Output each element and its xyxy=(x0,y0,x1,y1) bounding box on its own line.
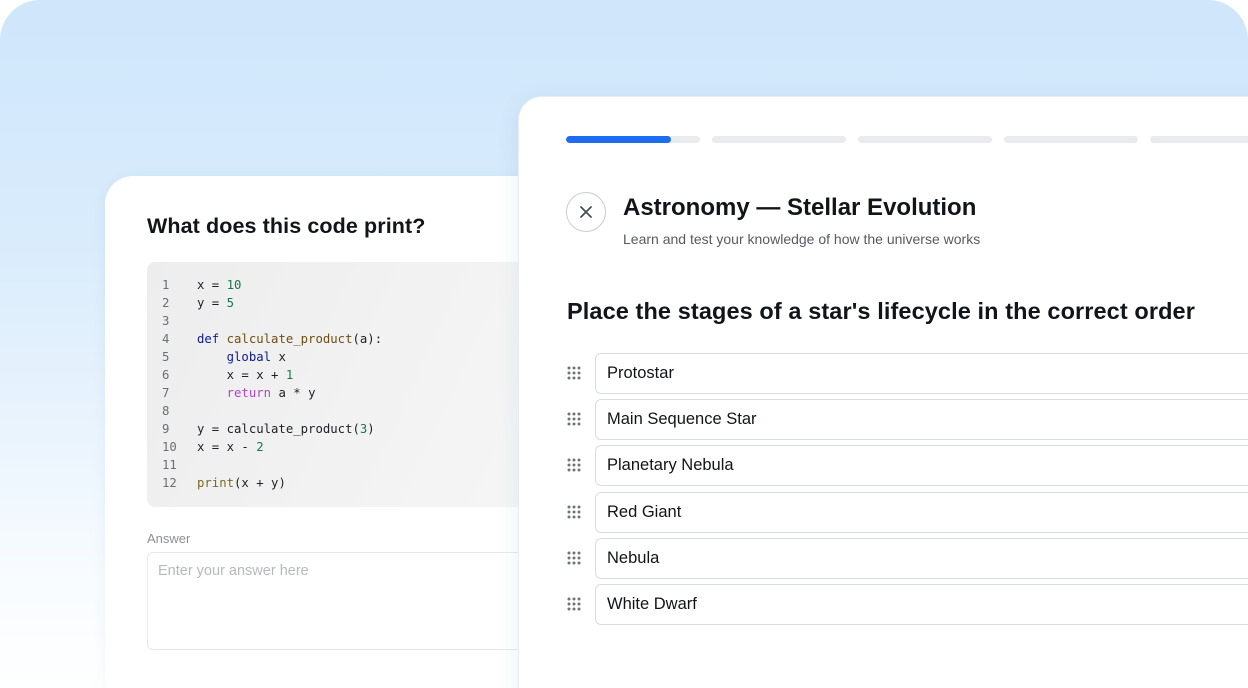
progress-segment xyxy=(1150,136,1248,143)
code-token: a * y xyxy=(271,386,316,400)
code-token: return xyxy=(226,386,272,400)
code-token: x = x + xyxy=(197,368,286,382)
quiz-card: Astronomy — Stellar Evolution Learn and … xyxy=(518,96,1248,688)
code-token: calculate_product xyxy=(226,332,353,346)
question-text: Place the stages of a star's lifecycle i… xyxy=(567,298,1195,324)
code-text: y = 5 xyxy=(197,294,234,312)
progress-segment xyxy=(566,136,700,143)
code-token: y = calculate_product( xyxy=(197,422,360,436)
code-line: 12 print(x + y) xyxy=(147,474,547,492)
code-token: def xyxy=(197,332,227,346)
quiz-title: Astronomy — Stellar Evolution xyxy=(623,194,977,221)
line-number: 1 xyxy=(162,278,170,292)
code-token: ) xyxy=(367,422,375,436)
code-line: 5 global x xyxy=(147,348,547,366)
code-line: 8 xyxy=(147,402,547,420)
code-token: global xyxy=(226,350,272,364)
order-option: Protostar xyxy=(567,353,1248,394)
order-option-item[interactable]: White Dwarf xyxy=(595,583,1248,625)
order-option: White Dwarf xyxy=(567,583,1248,625)
code-token: x xyxy=(271,350,286,364)
code-text: def calculate_product(a): xyxy=(197,330,382,348)
order-option: Nebula xyxy=(567,537,1248,579)
line-number: 11 xyxy=(162,458,177,472)
order-option: Red Giant xyxy=(567,491,1248,533)
code-text: return a * y xyxy=(197,384,316,402)
order-option: Planetary Nebula xyxy=(567,445,1248,487)
code-line: 6 x = x + 1 xyxy=(147,366,547,384)
order-option-item[interactable]: Nebula xyxy=(595,537,1248,579)
drag-handle-icon[interactable] xyxy=(567,551,581,565)
code-line: 4 def calculate_product(a): xyxy=(147,330,547,348)
line-number: 10 xyxy=(162,440,177,454)
code-line: 2 y = 5 xyxy=(147,294,547,312)
code-token: 1 xyxy=(285,368,294,382)
drag-handle-icon[interactable] xyxy=(567,412,581,426)
code-line: 7 return a * y xyxy=(147,384,547,402)
order-options-list: Protostar Main Sequence Star Planetary Neb… xyxy=(567,353,1248,630)
close-button[interactable] xyxy=(566,192,606,232)
code-line: 11 xyxy=(147,456,547,474)
code-text: x = 10 xyxy=(197,276,241,294)
line-number: 2 xyxy=(162,296,170,310)
order-option-item[interactable]: Planetary Nebula xyxy=(595,445,1248,487)
quiz-subtitle: Learn and test your knowledge of how the… xyxy=(623,231,981,247)
code-line: 9 y = calculate_product(3) xyxy=(147,420,547,438)
code-text: x = x + 1 xyxy=(197,366,294,384)
progress-segment xyxy=(712,136,846,143)
order-option: Main Sequence Star xyxy=(567,399,1248,441)
code-token: 5 xyxy=(226,296,235,310)
drag-handle-icon[interactable] xyxy=(567,366,581,380)
code-line: 1 x = 10 xyxy=(147,276,547,294)
line-number: 8 xyxy=(162,404,170,418)
code-token: 2 xyxy=(256,440,264,454)
progress-segment-fill xyxy=(566,136,671,143)
drag-handle-icon[interactable] xyxy=(567,458,581,472)
line-number: 12 xyxy=(162,476,177,490)
code-token: print xyxy=(197,476,235,490)
line-number: 7 xyxy=(162,386,170,400)
code-text: global x xyxy=(197,348,286,366)
progress-bar xyxy=(566,136,1248,143)
answer-input[interactable] xyxy=(147,552,547,650)
code-token: (x + y) xyxy=(234,476,286,490)
code-token: x = xyxy=(197,278,227,292)
order-option-item[interactable]: Protostar xyxy=(595,353,1248,394)
progress-segment xyxy=(858,136,992,143)
code-line: 3 xyxy=(147,312,547,330)
order-option-item[interactable]: Red Giant xyxy=(595,491,1248,533)
code-block: 1 x = 10 2 y = 5 3 4 def calculate_product(a):… xyxy=(147,262,547,507)
line-number: 6 xyxy=(162,368,170,382)
line-number: 5 xyxy=(162,350,170,364)
order-option-item[interactable]: Main Sequence Star xyxy=(595,399,1248,441)
code-text: y = calculate_product(3) xyxy=(197,420,375,438)
code-token: y = xyxy=(197,296,227,310)
close-icon xyxy=(580,206,592,218)
code-line: 10 x = x - 2 xyxy=(147,438,547,456)
answer-label: Answer xyxy=(147,531,191,546)
background-panel: What does this code print? 1 x = 10 2 y = 5… xyxy=(0,0,1248,688)
code-text: x = x - 2 xyxy=(197,438,264,456)
code-token: (a): xyxy=(352,332,383,346)
drag-handle-icon[interactable] xyxy=(567,597,581,611)
code-token: x = x - xyxy=(197,440,257,454)
code-question-card: What does this code print? 1 x = 10 2 y = 5… xyxy=(105,176,565,688)
progress-segment xyxy=(1004,136,1138,143)
line-number: 3 xyxy=(162,314,170,328)
drag-handle-icon[interactable] xyxy=(567,505,581,519)
line-number: 4 xyxy=(162,332,170,346)
code-text: print(x + y) xyxy=(197,474,286,492)
line-number: 9 xyxy=(162,422,170,436)
code-token: 10 xyxy=(226,278,242,292)
code-question-title: What does this code print? xyxy=(147,214,426,238)
